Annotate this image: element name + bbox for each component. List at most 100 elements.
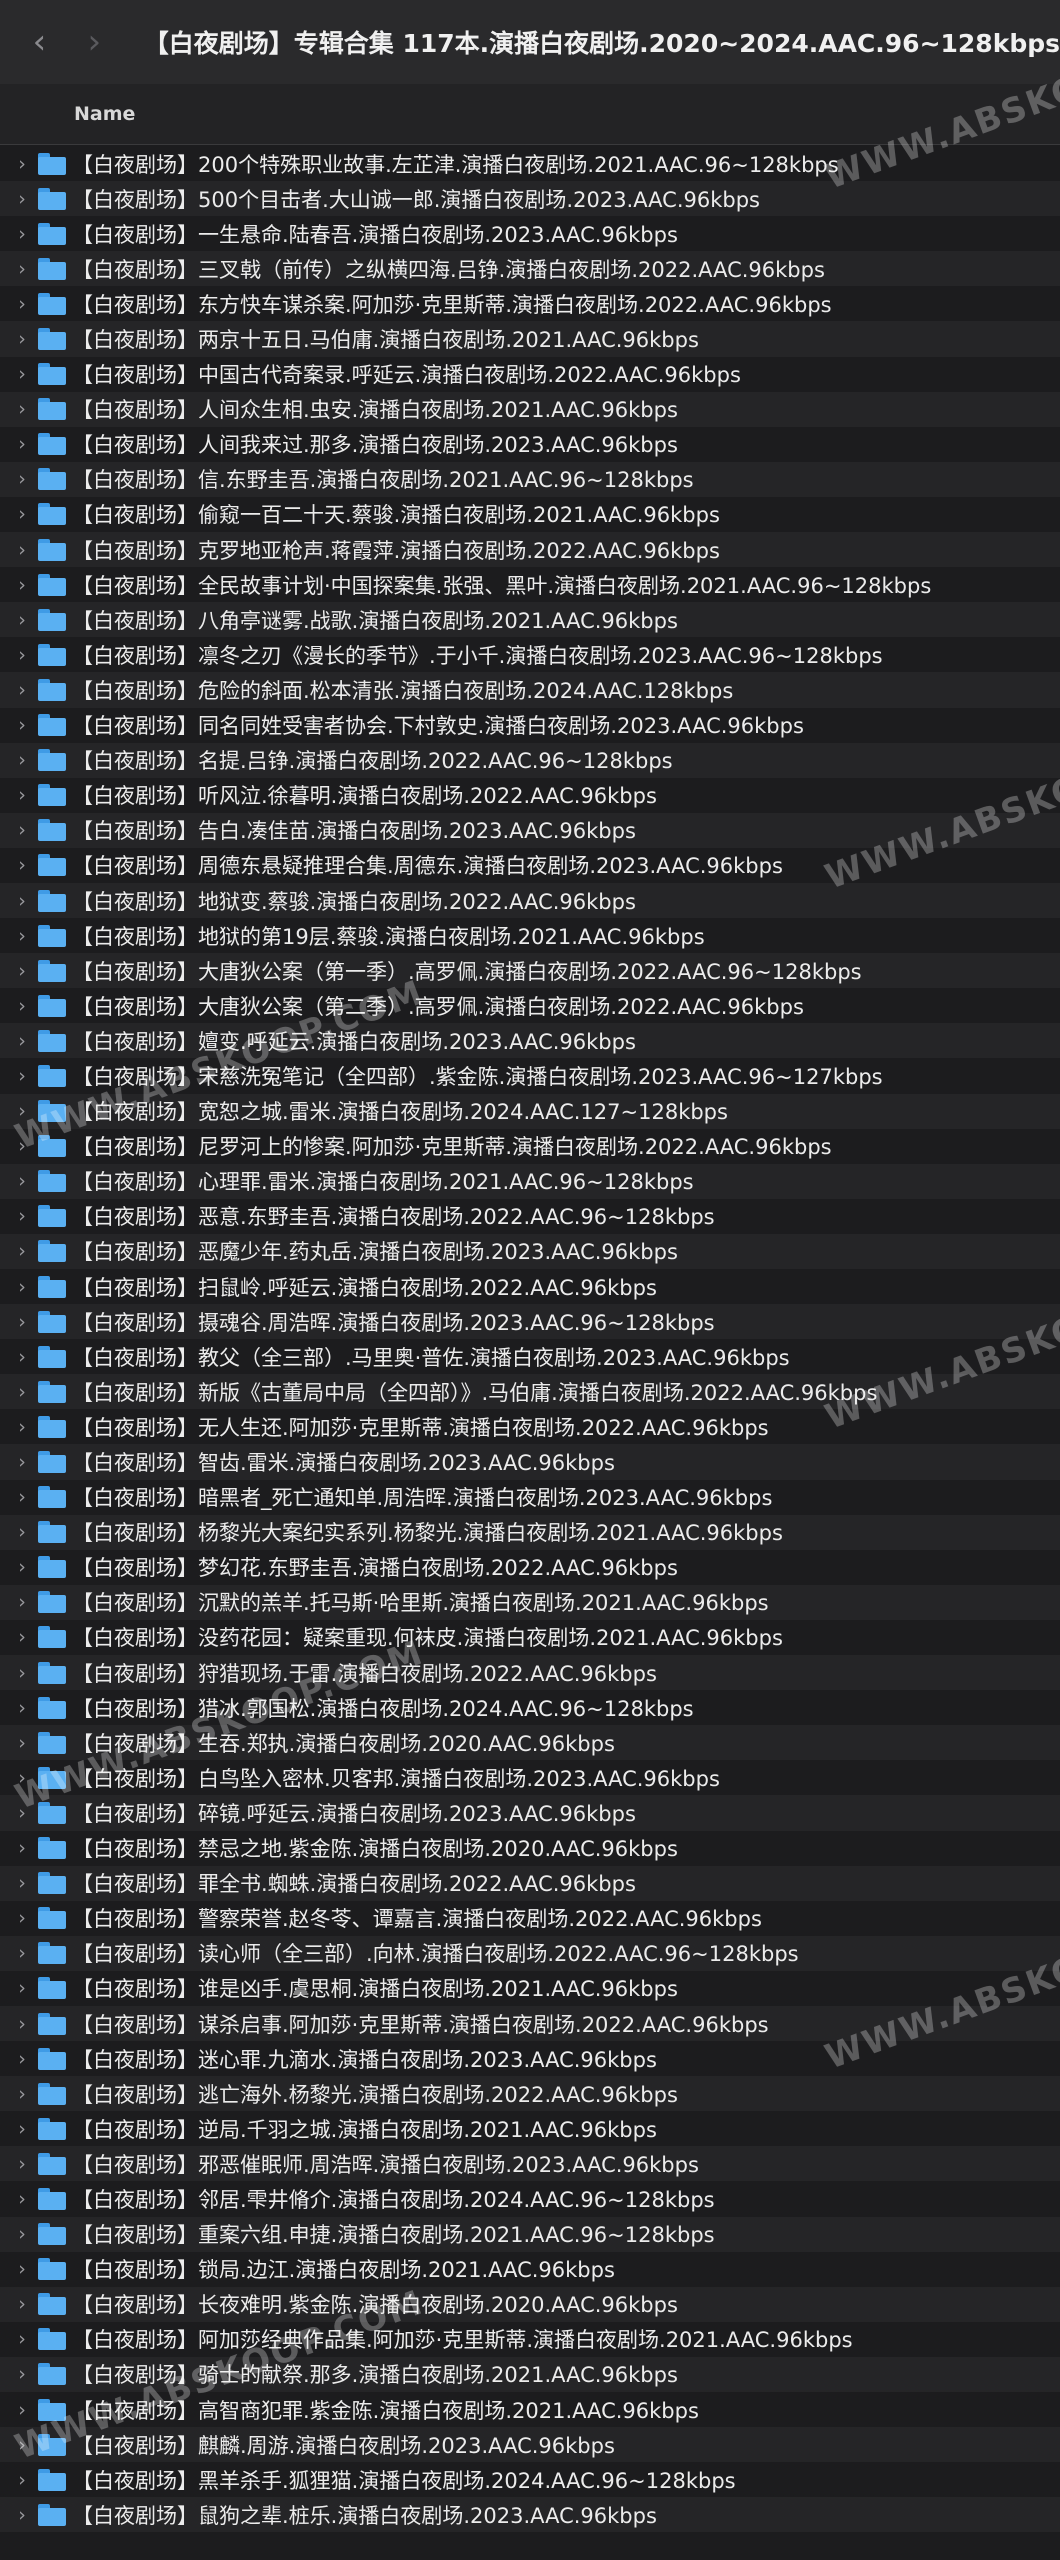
chevron-right-icon[interactable]: › bbox=[16, 2223, 28, 2245]
chevron-right-icon[interactable]: › bbox=[16, 1942, 28, 1964]
list-item[interactable]: › 【白夜剧场】全民故事计划·中国探案集.张强、黑叶.演播白夜剧场.2021.AA… bbox=[0, 567, 1060, 602]
chevron-right-icon[interactable]: › bbox=[16, 1837, 28, 1859]
chevron-right-icon[interactable]: › bbox=[16, 223, 28, 245]
list-item[interactable]: › 【白夜剧场】摄魂谷.周浩晖.演播白夜剧场.2023.AAC.96~128kbp… bbox=[0, 1304, 1060, 1340]
chevron-right-icon[interactable]: › bbox=[16, 2504, 28, 2526]
chevron-right-icon[interactable]: › bbox=[16, 1486, 28, 1508]
list-item[interactable]: › 【白夜剧场】信.东野圭吾.演播白夜剧场.2021.AAC.96~128kbps bbox=[0, 461, 1060, 497]
list-item[interactable]: › 【白夜剧场】杨黎光大案纪实系列.杨黎光.演播白夜剧场.2021.AAC.96k… bbox=[0, 1514, 1060, 1550]
chevron-right-icon[interactable]: › bbox=[16, 1662, 28, 1684]
chevron-right-icon[interactable]: › bbox=[16, 2469, 28, 2491]
chevron-right-icon[interactable]: › bbox=[16, 258, 28, 280]
list-item[interactable]: › 【白夜剧场】危险的斜面.松本清张.演播白夜剧场.2024.AAC.128kbp… bbox=[0, 672, 1060, 708]
chevron-right-icon[interactable]: › bbox=[16, 574, 28, 596]
chevron-right-icon[interactable]: › bbox=[16, 2188, 28, 2210]
list-item[interactable]: › 【白夜剧场】罪全书.蜘蛛.演播白夜剧场.2022.AAC.96kbps bbox=[0, 1865, 1060, 1901]
chevron-right-icon[interactable]: › bbox=[16, 2013, 28, 2035]
list-item[interactable]: › 【白夜剧场】500个目击者.大山诚一郎.演播白夜剧场.2023.AAC.96k… bbox=[0, 181, 1060, 217]
chevron-right-icon[interactable]: › bbox=[16, 1240, 28, 1262]
list-item[interactable]: › 【白夜剧场】长夜难明.紫金陈.演播白夜剧场.2020.AAC.96kbps bbox=[0, 2286, 1060, 2322]
list-item[interactable]: › 【白夜剧场】大唐狄公案（第二季）.高罗佩.演播白夜剧场.2022.AAC.96… bbox=[0, 988, 1060, 1023]
chevron-right-icon[interactable]: › bbox=[16, 995, 28, 1017]
chevron-right-icon[interactable]: › bbox=[16, 1416, 28, 1438]
chevron-right-icon[interactable]: › bbox=[16, 854, 28, 876]
list-item[interactable]: › 【白夜剧场】名提.吕铮.演播白夜剧场.2022.AAC.96~128kbps bbox=[0, 742, 1060, 778]
list-item[interactable]: › 【白夜剧场】梦幻花.东野圭吾.演播白夜剧场.2022.AAC.96kbps bbox=[0, 1550, 1060, 1585]
list-item[interactable]: › 【白夜剧场】逆局.千羽之城.演播白夜剧场.2021.AAC.96kbps bbox=[0, 2111, 1060, 2146]
list-item[interactable]: › 【白夜剧场】禁忌之地.紫金陈.演播白夜剧场.2020.AAC.96kbps bbox=[0, 1831, 1060, 1866]
list-item[interactable]: › 【白夜剧场】两京十五日.马伯庸.演播白夜剧场.2021.AAC.96kbps bbox=[0, 321, 1060, 357]
chevron-right-icon[interactable]: › bbox=[16, 1907, 28, 1929]
list-item[interactable]: › 【白夜剧场】尼罗河上的惨案.阿加莎·克里斯蒂.演播白夜剧场.2022.AAC.… bbox=[0, 1129, 1060, 1164]
chevron-right-icon[interactable]: › bbox=[16, 503, 28, 525]
chevron-right-icon[interactable]: › bbox=[16, 398, 28, 420]
list-item[interactable]: › 【白夜剧场】智齿.雷米.演播白夜剧场.2023.AAC.96kbps bbox=[0, 1444, 1060, 1480]
list-item[interactable]: › 【白夜剧场】同名同姓受害者协会.下村敦史.演播白夜剧场.2023.AAC.96… bbox=[0, 708, 1060, 743]
chevron-right-icon[interactable]: › bbox=[16, 644, 28, 666]
chevron-right-icon[interactable]: › bbox=[16, 784, 28, 806]
chevron-right-icon[interactable]: › bbox=[16, 1346, 28, 1368]
chevron-right-icon[interactable]: › bbox=[16, 2328, 28, 2350]
list-item[interactable]: › 【白夜剧场】恶意.东野圭吾.演播白夜剧场.2022.AAC.96~128kbp… bbox=[0, 1199, 1060, 1234]
chevron-right-icon[interactable]: › bbox=[16, 363, 28, 385]
chevron-right-icon[interactable]: › bbox=[16, 1065, 28, 1087]
list-item[interactable]: › 【白夜剧场】鼠狗之辈.桩乐.演播白夜剧场.2023.AAC.96kbps bbox=[0, 2497, 1060, 2533]
chevron-right-icon[interactable]: › bbox=[16, 1381, 28, 1403]
list-item[interactable]: › 【白夜剧场】沉默的羔羊.托马斯·哈里斯.演播白夜剧场.2021.AAC.96k… bbox=[0, 1584, 1060, 1620]
chevron-right-icon[interactable]: › bbox=[16, 890, 28, 912]
list-item[interactable]: › 【白夜剧场】听风泣.徐暮明.演播白夜剧场.2022.AAC.96kbps bbox=[0, 778, 1060, 813]
chevron-right-icon[interactable]: › bbox=[16, 1556, 28, 1578]
chevron-right-icon[interactable]: › bbox=[16, 1732, 28, 1754]
chevron-right-icon[interactable]: › bbox=[16, 749, 28, 771]
chevron-right-icon[interactable]: › bbox=[16, 2293, 28, 2315]
list-item[interactable]: › 【白夜剧场】逃亡海外.杨黎光.演播白夜剧场.2022.AAC.96kbps bbox=[0, 2076, 1060, 2112]
list-item[interactable]: › 【白夜剧场】黑羊杀手.狐狸猫.演播白夜剧场.2024.AAC.96~128kb… bbox=[0, 2462, 1060, 2497]
chevron-right-icon[interactable]: › bbox=[16, 2048, 28, 2070]
chevron-right-icon[interactable]: › bbox=[16, 1591, 28, 1613]
list-item[interactable]: › 【白夜剧场】大唐狄公案（第一季）.高罗佩.演播白夜剧场.2022.AAC.96… bbox=[0, 953, 1060, 989]
list-item[interactable]: › 【白夜剧场】警察荣誉.赵冬苓、谭嘉言.演播白夜剧场.2022.AAC.96kb… bbox=[0, 1901, 1060, 1936]
list-item[interactable]: › 【白夜剧场】嬗变.呼延云.演播白夜剧场.2023.AAC.96kbps bbox=[0, 1023, 1060, 1059]
list-item[interactable]: › 【白夜剧场】凛冬之刃《漫长的季节》.于小千.演播白夜剧场.2023.AAC.9… bbox=[0, 637, 1060, 672]
chevron-right-icon[interactable]: › bbox=[16, 1872, 28, 1894]
list-item[interactable]: › 【白夜剧场】碎镜.呼延云.演播白夜剧场.2023.AAC.96kbps bbox=[0, 1795, 1060, 1831]
chevron-right-icon[interactable]: › bbox=[16, 1276, 28, 1298]
list-item[interactable]: › 【白夜剧场】一生悬命.陆春吾.演播白夜剧场.2023.AAC.96kbps bbox=[0, 216, 1060, 251]
chevron-right-icon[interactable]: › bbox=[16, 1311, 28, 1333]
list-item[interactable]: › 【白夜剧场】扫鼠岭.呼延云.演播白夜剧场.2022.AAC.96kbps bbox=[0, 1269, 1060, 1304]
forward-button[interactable]: › bbox=[73, 20, 116, 64]
chevron-right-icon[interactable]: › bbox=[16, 679, 28, 701]
chevron-right-icon[interactable]: › bbox=[16, 2153, 28, 2175]
chevron-right-icon[interactable]: › bbox=[16, 609, 28, 631]
chevron-right-icon[interactable]: › bbox=[16, 293, 28, 315]
chevron-right-icon[interactable]: › bbox=[16, 1030, 28, 1052]
list-item[interactable]: › 【白夜剧场】地狱的第19层.蔡骏.演播白夜剧场.2021.AAC.96kbps bbox=[0, 918, 1060, 953]
back-button[interactable]: ‹ bbox=[18, 20, 61, 64]
chevron-right-icon[interactable]: › bbox=[16, 1521, 28, 1543]
chevron-right-icon[interactable]: › bbox=[16, 433, 28, 455]
list-item[interactable]: › 【白夜剧场】邻居.雫井脩介.演播白夜剧场.2024.AAC.96~128kbp… bbox=[0, 2181, 1060, 2216]
list-item[interactable]: › 【白夜剧场】无人生还.阿加莎·克里斯蒂.演播白夜剧场.2022.AAC.96k… bbox=[0, 1409, 1060, 1444]
list-item[interactable]: › 【白夜剧场】教父（全三部）.马里奥·普佐.演播白夜剧场.2023.AAC.96… bbox=[0, 1339, 1060, 1374]
list-item[interactable]: › 【白夜剧场】心理罪.雷米.演播白夜剧场.2021.AAC.96~128kbps bbox=[0, 1163, 1060, 1199]
list-item[interactable]: › 【白夜剧场】谁是凶手.虞思桐.演播白夜剧场.2021.AAC.96kbps bbox=[0, 1971, 1060, 2006]
list-item[interactable]: › 【白夜剧场】人间我来过.那多.演播白夜剧场.2023.AAC.96kbps bbox=[0, 427, 1060, 462]
chevron-right-icon[interactable]: › bbox=[16, 1205, 28, 1227]
list-item[interactable]: › 【白夜剧场】阿加莎经典作品集.阿加莎·克里斯蒂.演播白夜剧场.2021.AAC… bbox=[0, 2322, 1060, 2357]
chevron-right-icon[interactable]: › bbox=[16, 2118, 28, 2140]
chevron-right-icon[interactable]: › bbox=[16, 1170, 28, 1192]
list-item[interactable]: › 【白夜剧场】恶魔少年.药丸岳.演播白夜剧场.2023.AAC.96kbps bbox=[0, 1233, 1060, 1269]
list-item[interactable]: › 【白夜剧场】偷窥一百二十天.蔡骏.演播白夜剧场.2021.AAC.96kbps bbox=[0, 497, 1060, 532]
chevron-right-icon[interactable]: › bbox=[16, 819, 28, 841]
chevron-right-icon[interactable]: › bbox=[16, 2083, 28, 2105]
list-item[interactable]: › 【白夜剧场】邪恶催眠师.周浩晖.演播白夜剧场.2023.AAC.96kbps bbox=[0, 2146, 1060, 2182]
chevron-right-icon[interactable]: › bbox=[16, 1977, 28, 1999]
list-item[interactable]: › 【白夜剧场】中国古代奇案录.呼延云.演播白夜剧场.2022.AAC.96kbp… bbox=[0, 357, 1060, 392]
list-item[interactable]: › 【白夜剧场】地狱变.蔡骏.演播白夜剧场.2022.AAC.96kbps bbox=[0, 882, 1060, 919]
list-item[interactable]: › 【白夜剧场】锁局.边江.演播白夜剧场.2021.AAC.96kbps bbox=[0, 2252, 1060, 2287]
list-item[interactable]: › 【白夜剧场】狩猎现场.于雷.演播白夜剧场.2022.AAC.96kbps bbox=[0, 1655, 1060, 1691]
column-header-name[interactable]: Name bbox=[74, 103, 135, 125]
chevron-right-icon[interactable]: › bbox=[16, 188, 28, 210]
list-item[interactable]: › 【白夜剧场】克罗地亚枪声.蒋霞萍.演播白夜剧场.2022.AAC.96kbps bbox=[0, 532, 1060, 568]
chevron-right-icon[interactable]: › bbox=[16, 2399, 28, 2421]
